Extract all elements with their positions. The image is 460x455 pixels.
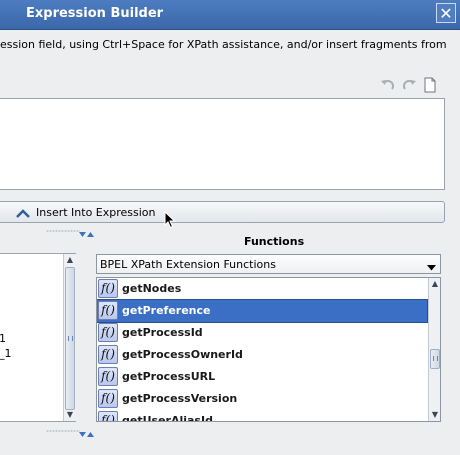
redo-icon[interactable]: [401, 77, 417, 93]
splitter-handle[interactable]: [46, 228, 96, 237]
function-icon: f(): [98, 345, 118, 364]
chevron-down-icon: [427, 261, 436, 274]
function-item-getprocessurl[interactable]: f() getProcessURL: [97, 366, 427, 388]
variables-tree[interactable]: 1 _1 ▲ ▼: [0, 253, 76, 422]
close-icon: ✕: [439, 4, 453, 23]
function-icon: f(): [98, 411, 118, 421]
function-item-getuseraliasid[interactable]: f() getUserAliasId: [97, 410, 427, 422]
collapse-down-icon[interactable]: [79, 228, 86, 241]
scroll-down-icon[interactable]: ▼: [64, 409, 76, 421]
function-icon: f(): [98, 323, 118, 342]
selected-category: BPEL XPath Extension Functions: [100, 258, 276, 271]
expand-up-icon[interactable]: [87, 428, 94, 441]
list-item[interactable]: 1: [0, 332, 6, 345]
scroll-up-icon[interactable]: ▲: [64, 254, 76, 266]
function-name: getProcessURL: [122, 370, 216, 383]
function-name: getProcessOwnerId: [122, 348, 243, 361]
function-item-getprocessversion[interactable]: f() getProcessVersion: [97, 388, 427, 410]
scroll-down-icon[interactable]: ▼: [429, 409, 440, 421]
function-name: getProcessId: [122, 326, 203, 339]
function-name: getNodes: [122, 282, 182, 295]
function-icon: f(): [98, 389, 118, 408]
function-item-getpreference[interactable]: f() getPreference: [97, 299, 428, 323]
function-name: getUserAliasId: [122, 414, 213, 422]
function-item-getnodes[interactable]: f() getNodes: [97, 278, 427, 300]
left-scrollbar[interactable]: ▲ ▼: [63, 254, 76, 421]
chevron-up-icon: [16, 208, 30, 221]
function-icon: f(): [98, 301, 118, 320]
insert-button-label: Insert Into Expression: [36, 206, 156, 219]
expression-input[interactable]: [0, 98, 445, 190]
functions-list[interactable]: f() getNodes f() getPreference f() getPr…: [96, 277, 441, 422]
scroll-thumb[interactable]: [65, 267, 75, 410]
functions-label: Functions: [244, 235, 305, 248]
insert-into-expression-button[interactable]: Insert Into Expression: [0, 201, 445, 223]
function-name: getProcessVersion: [122, 392, 238, 405]
instructions-text: ession field, using Ctrl+Space for XPath…: [0, 38, 447, 51]
expression-toolbar: [380, 77, 440, 93]
function-name: getPreference: [122, 304, 211, 317]
scroll-thumb[interactable]: [430, 349, 440, 369]
clear-document-icon[interactable]: [422, 77, 438, 93]
function-category-select[interactable]: BPEL XPath Extension Functions: [96, 254, 441, 274]
splitter-handle[interactable]: [46, 428, 96, 437]
function-icon: f(): [98, 279, 118, 298]
function-item-getprocessid[interactable]: f() getProcessId: [97, 322, 427, 344]
undo-icon[interactable]: [380, 77, 396, 93]
function-item-getprocessownerid[interactable]: f() getProcessOwnerId: [97, 344, 427, 366]
functions-scrollbar[interactable]: ▲ ▼: [428, 278, 440, 421]
title-bar: Expression Builder ✕: [0, 0, 460, 30]
scroll-up-icon[interactable]: ▲: [429, 278, 440, 290]
close-button[interactable]: ✕: [436, 3, 456, 23]
function-icon: f(): [98, 367, 118, 386]
window-title: Expression Builder: [26, 6, 164, 21]
expand-up-icon[interactable]: [87, 228, 94, 241]
collapse-down-icon[interactable]: [79, 428, 86, 441]
mouse-pointer-icon: [164, 210, 176, 232]
list-item[interactable]: _1: [0, 347, 12, 360]
